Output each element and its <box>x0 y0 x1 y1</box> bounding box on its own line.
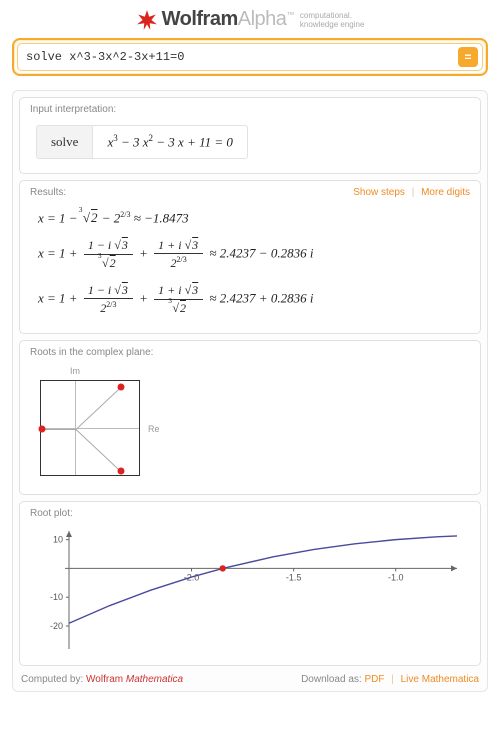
header: WolframAlpha™ computational. knowledge e… <box>12 8 488 34</box>
interp-expression: x3 − 3 x2 − 3 x + 11 = 0 <box>93 127 246 156</box>
complex-root-point <box>38 426 45 433</box>
query-input[interactable] <box>26 50 458 64</box>
svg-text:-20: -20 <box>50 621 63 631</box>
download-live-link[interactable]: Live Mathematica <box>401 674 479 685</box>
pod-input-interpretation: Input interpretation: solve x3 − 3 x2 − … <box>19 97 481 174</box>
interp-tag: solve <box>37 126 93 158</box>
computed-by-label: Computed by: <box>21 674 83 685</box>
svg-text:-1.5: -1.5 <box>286 573 302 583</box>
result-line: x = 1 − √2 − 22/3 ≈ −1.8473 <box>32 206 468 234</box>
re-axis-label: Re <box>148 424 160 434</box>
show-steps-link[interactable]: Show steps <box>353 187 405 198</box>
pod-complex-plane: Roots in the complex plane: Im Re <box>19 340 481 495</box>
results-body: x = 1 − √2 − 22/3 ≈ −1.8473x = 1 + 1 − i… <box>20 202 480 334</box>
svg-text:-10: -10 <box>50 593 63 603</box>
results-footer: Computed by: Wolfram Mathematica Downloa… <box>19 668 481 685</box>
search-box: = <box>12 38 488 76</box>
svg-text:-1.0: -1.0 <box>388 573 404 583</box>
root-plot: 10-10-20-2.0-1.5-1.0 <box>35 525 465 655</box>
equals-icon: = <box>464 50 471 64</box>
pod-title: Input interpretation: <box>30 104 116 115</box>
im-axis-label: Im <box>70 366 80 376</box>
submit-button[interactable]: = <box>458 47 478 67</box>
result-line: x = 1 + 1 − i √3√2 + 1 + i √322/3 ≈ 2.42… <box>32 234 468 279</box>
computed-by-brand: Wolfram Mathematica <box>86 674 183 685</box>
interpretation-box: solve x3 − 3 x2 − 3 x + 11 = 0 <box>36 125 248 159</box>
wolfram-logo-icon <box>136 9 158 31</box>
download-pdf-link[interactable]: PDF <box>364 674 384 685</box>
root-plot-svg: 10-10-20-2.0-1.5-1.0 <box>35 525 465 655</box>
brand-text: WolframAlpha™ <box>162 8 294 31</box>
more-digits-link[interactable]: More digits <box>421 187 470 198</box>
svg-text:10: 10 <box>53 535 63 545</box>
complex-root-point <box>117 468 124 475</box>
pod-root-plot: Root plot: 10-10-20-2.0-1.5-1.0 <box>19 501 481 666</box>
result-line: x = 1 + 1 − i √322/3 + 1 + i √3√2 ≈ 2.42… <box>32 279 468 324</box>
pod-title: Root plot: <box>30 508 73 519</box>
brand-tagline: computational. knowledge engine <box>300 12 365 30</box>
complex-plane-plot: Im Re <box>36 368 152 480</box>
download-label: Download as: <box>301 674 362 685</box>
pod-title: Results: <box>30 187 66 198</box>
pod-title: Roots in the complex plane: <box>30 347 153 358</box>
results-container: Input interpretation: solve x3 − 3 x2 − … <box>12 90 488 693</box>
pod-results: Results: Show steps | More digits x = 1 … <box>19 180 481 335</box>
complex-root-point <box>117 384 124 391</box>
